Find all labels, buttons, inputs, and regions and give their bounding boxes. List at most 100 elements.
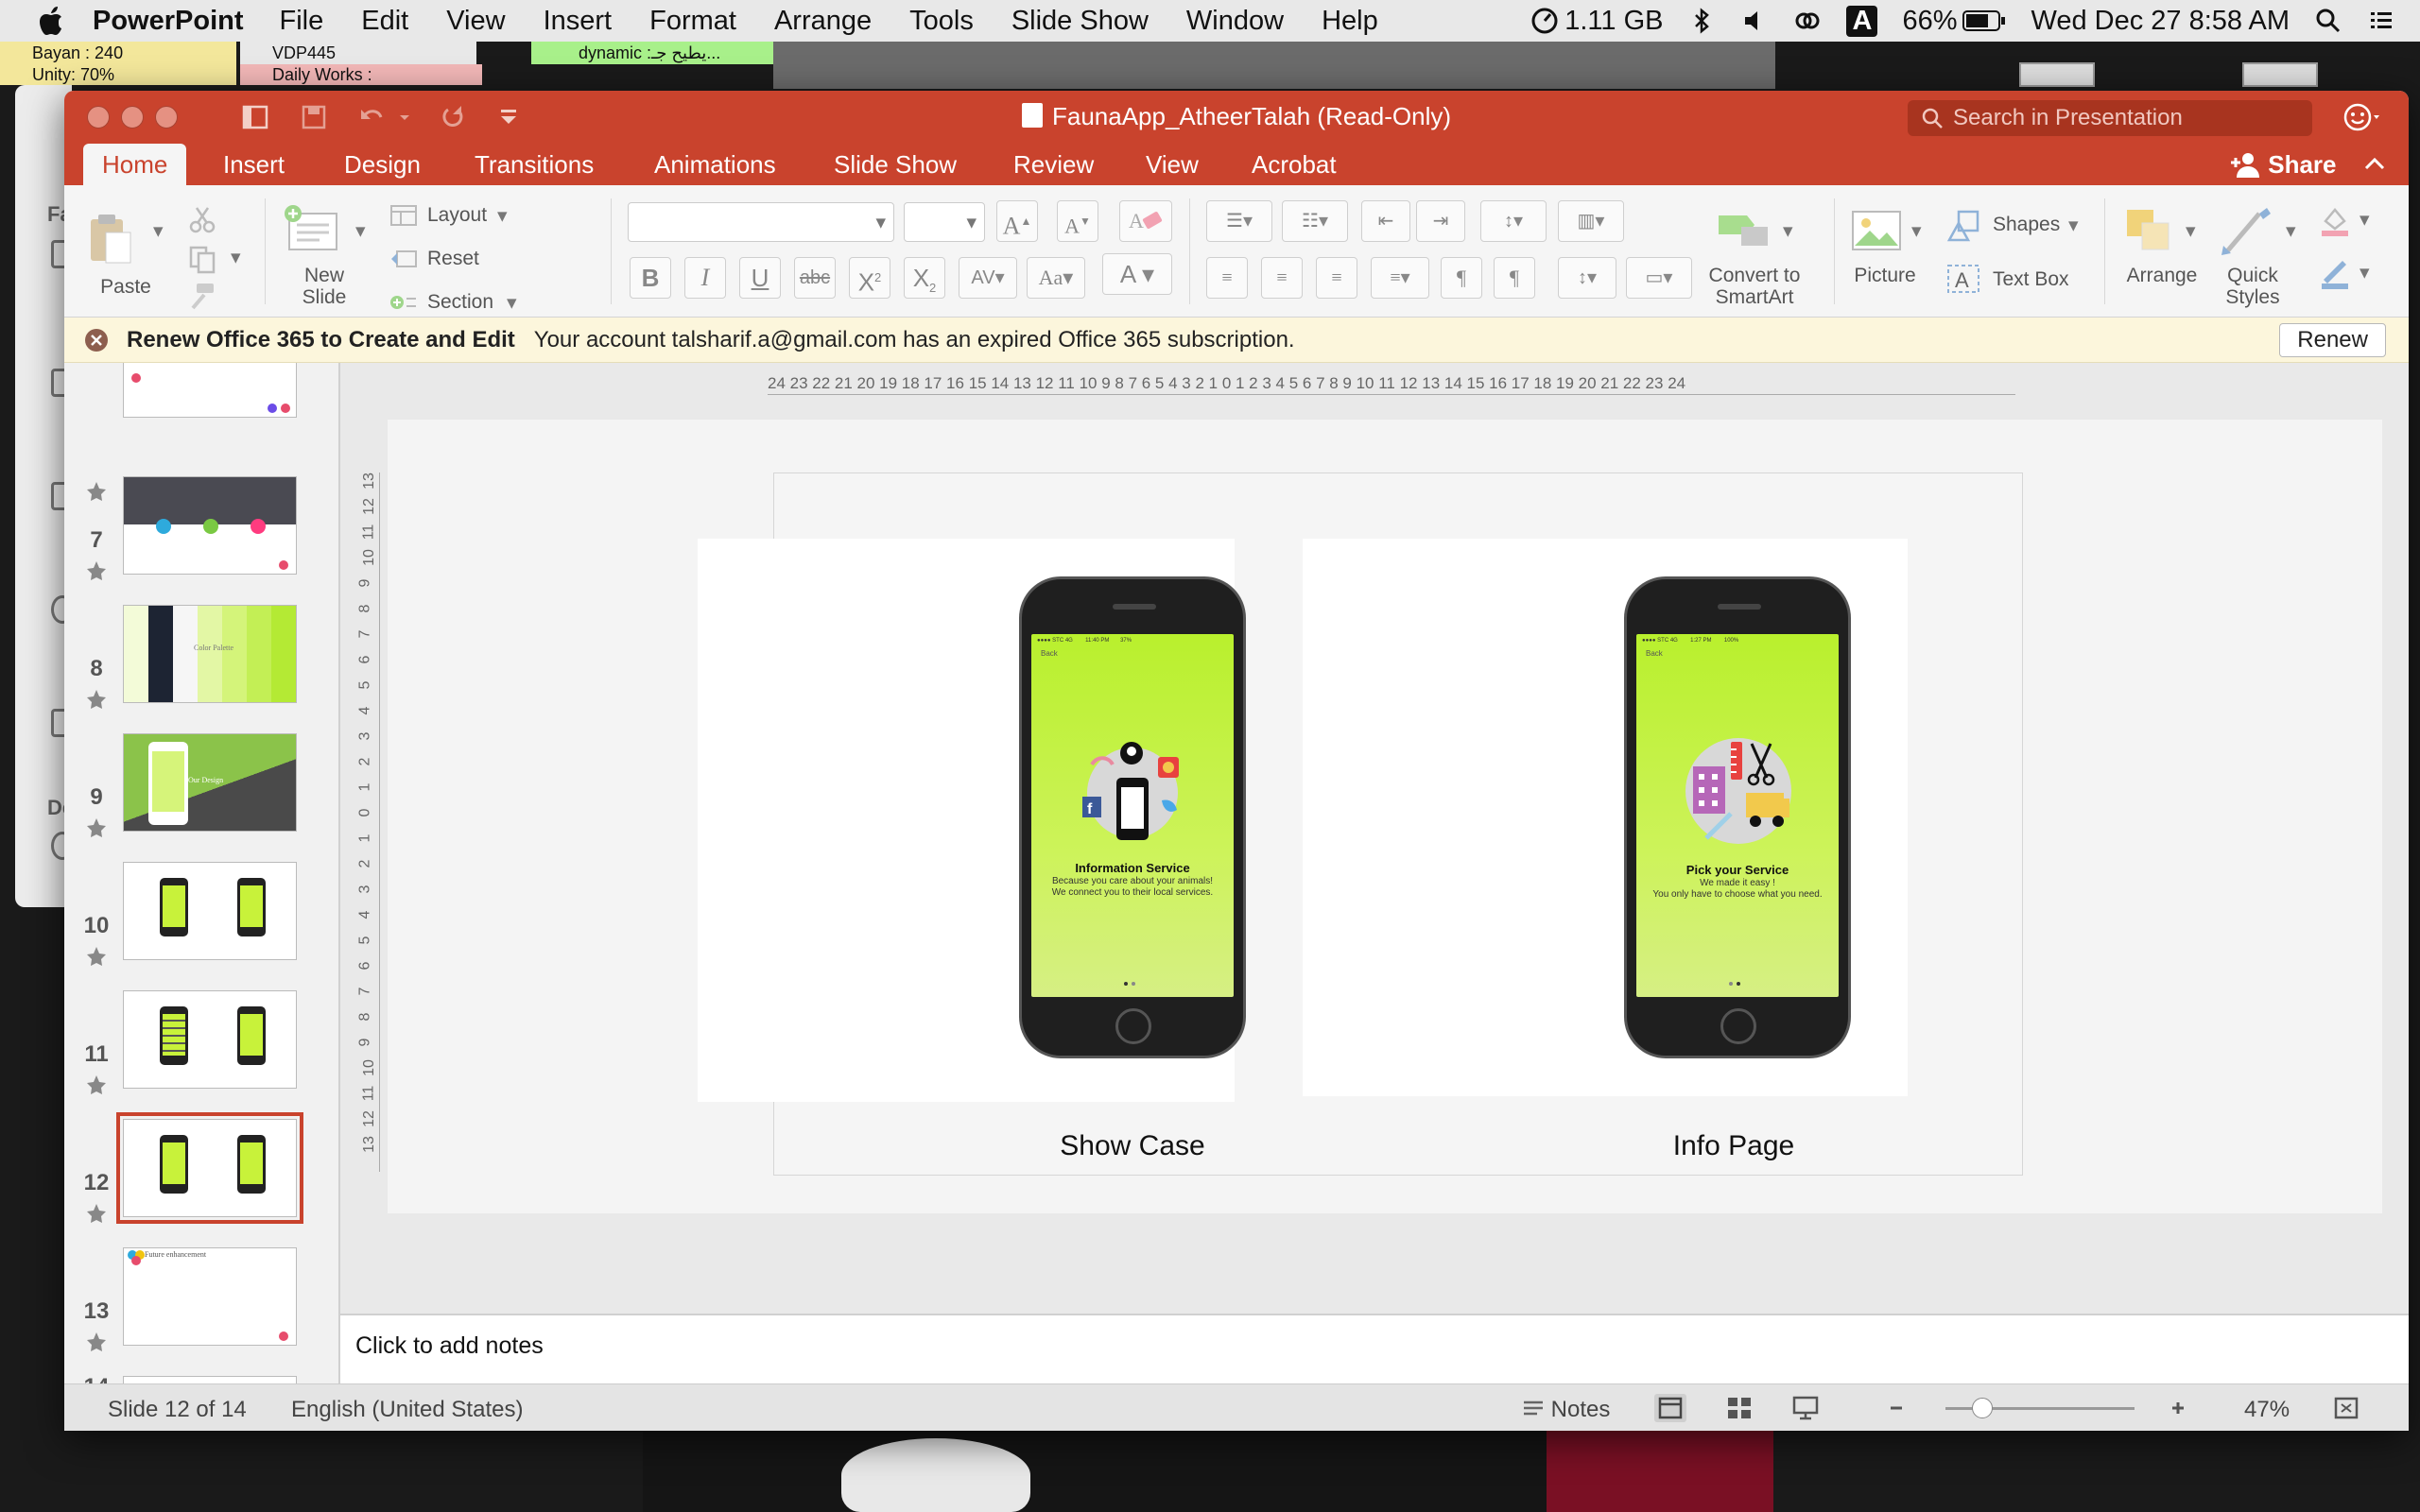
zoom-slider-handle[interactable]: [1972, 1398, 1993, 1418]
volume-icon[interactable]: [1740, 7, 1769, 35]
align-left-button[interactable]: ≡: [1206, 257, 1248, 299]
battery-status[interactable]: 66%: [1902, 6, 2006, 37]
clock[interactable]: Wed Dec 27 8:58 AM: [2031, 6, 2290, 37]
notes-pane[interactable]: Click to add notes: [340, 1314, 2409, 1383]
redo-icon[interactable]: [439, 102, 469, 132]
menu-view[interactable]: View: [446, 6, 505, 37]
align-right-button[interactable]: ≡: [1316, 257, 1357, 299]
slide-thumbnail[interactable]: Color Palette: [123, 605, 297, 703]
quick-styles-dropdown-icon[interactable]: ▾: [2286, 219, 2296, 243]
arrange-dropdown-icon[interactable]: ▾: [2186, 219, 2196, 243]
fit-to-window-icon[interactable]: [2333, 1396, 2360, 1420]
text-direction-button[interactable]: ↕▾: [1558, 257, 1616, 299]
show-case-caption[interactable]: Show Case: [991, 1130, 1274, 1162]
quick-styles-icon[interactable]: [2220, 204, 2276, 257]
picture-icon[interactable]: [1849, 208, 1904, 253]
zoom-in-icon[interactable]: [2165, 1396, 2191, 1420]
bold-button[interactable]: B: [630, 257, 671, 299]
notes-toggle-button[interactable]: Notes: [1522, 1397, 1610, 1423]
customize-toolbar-icon[interactable]: [493, 102, 524, 132]
change-case-button[interactable]: Aa▾: [1027, 257, 1085, 299]
clear-formatting-button[interactable]: A: [1119, 200, 1172, 242]
slide-editing-area[interactable]: 24 23 22 21 20 19 18 17 16 15 14 13 12 1…: [340, 363, 2409, 1314]
smartart-icon[interactable]: [1715, 206, 1772, 251]
tab-review[interactable]: Review: [994, 144, 1113, 185]
slide-thumbnail[interactable]: [123, 363, 297, 418]
menu-window[interactable]: Window: [1186, 6, 1284, 37]
save-icon[interactable]: [299, 102, 329, 132]
minimize-window-button[interactable]: [121, 106, 144, 129]
undo-dropdown-icon[interactable]: [397, 102, 412, 132]
tab-design[interactable]: Design: [325, 144, 440, 185]
decrease-font-size-button[interactable]: A▼: [1057, 200, 1098, 242]
right-to-left-button[interactable]: ¶: [1494, 257, 1535, 299]
menu-insert[interactable]: Insert: [544, 6, 613, 37]
new-slide-dropdown-icon[interactable]: ▾: [355, 219, 366, 243]
increase-font-size-button[interactable]: A▲: [996, 200, 1038, 242]
close-window-button[interactable]: [87, 106, 110, 129]
left-to-right-button[interactable]: ¶: [1441, 257, 1482, 299]
copy-dropdown-icon[interactable]: ▾: [231, 246, 241, 269]
menu-help[interactable]: Help: [1322, 6, 1378, 37]
new-slide-button[interactable]: New Slide: [291, 265, 357, 308]
language-indicator[interactable]: English (United States): [291, 1397, 523, 1423]
font-name-dropdown[interactable]: ▾: [628, 202, 894, 242]
bullets-button[interactable]: ☰▾: [1206, 200, 1272, 242]
presenter-view-icon[interactable]: [1792, 1396, 1819, 1420]
slide-thumbnail-selected[interactable]: [116, 1112, 303, 1224]
tab-home[interactable]: Home: [83, 144, 187, 185]
tab-slide-show[interactable]: Slide Show: [815, 144, 976, 185]
shape-outline-dropdown-icon[interactable]: ▾: [2360, 261, 2370, 284]
menu-edit[interactable]: Edit: [361, 6, 408, 37]
menu-file[interactable]: File: [280, 6, 324, 37]
creative-cloud-icon[interactable]: [1793, 7, 1822, 35]
shape-fill-icon[interactable]: [2318, 204, 2352, 238]
arrange-button[interactable]: Arrange: [2110, 265, 2214, 286]
zoom-window-button[interactable]: [155, 106, 178, 129]
strikethrough-button[interactable]: abc: [794, 257, 836, 299]
menu-format[interactable]: Format: [649, 6, 736, 37]
menu-slide-show[interactable]: Slide Show: [1011, 6, 1149, 37]
picture-dropdown-icon[interactable]: ▾: [1911, 219, 1922, 243]
character-spacing-button[interactable]: AV▾: [959, 257, 1017, 299]
undo-icon[interactable]: [357, 102, 388, 132]
increase-indent-button[interactable]: ⇥: [1416, 200, 1465, 242]
search-in-presentation-input[interactable]: Search in Presentation: [1908, 100, 2312, 136]
notification-center-icon[interactable]: [2367, 7, 2395, 35]
copy-icon[interactable]: [187, 244, 217, 274]
zoom-percentage[interactable]: 47%: [2244, 1397, 2290, 1423]
cut-icon[interactable]: [187, 204, 217, 234]
feedback-smiley-icon[interactable]: [2342, 100, 2380, 134]
menu-tools[interactable]: Tools: [909, 6, 974, 37]
sidebar-toggle-icon[interactable]: [240, 102, 270, 132]
convert-to-smartart-button[interactable]: Convert to SmartArt: [1690, 265, 1819, 308]
tab-animations[interactable]: Animations: [635, 144, 795, 185]
numbering-button[interactable]: ☷▾: [1282, 200, 1348, 242]
arrange-icon[interactable]: [2123, 206, 2174, 253]
paste-icon[interactable]: [85, 212, 132, 265]
close-message-icon[interactable]: [83, 327, 110, 353]
slide-thumbnails-pane[interactable]: 7 8 Color Palette 9 Our Design 10 11 12 …: [64, 363, 340, 1383]
normal-view-icon[interactable]: [1654, 1394, 1686, 1422]
justify-button[interactable]: ≡▾: [1371, 257, 1429, 299]
renew-button[interactable]: Renew: [2279, 323, 2386, 357]
italic-button[interactable]: I: [684, 257, 726, 299]
format-painter-icon[interactable]: [187, 280, 217, 310]
tab-view[interactable]: View: [1127, 144, 1218, 185]
paste-dropdown-icon[interactable]: ▾: [153, 219, 164, 243]
smartart-dropdown-icon[interactable]: ▾: [1783, 219, 1793, 243]
app-menu[interactable]: PowerPoint: [93, 6, 244, 37]
font-size-dropdown[interactable]: ▾: [904, 202, 985, 242]
paste-button[interactable]: Paste: [93, 276, 159, 298]
bluetooth-icon[interactable]: [1687, 7, 1716, 35]
tab-acrobat[interactable]: Acrobat: [1233, 144, 1356, 185]
underline-button[interactable]: U: [739, 257, 781, 299]
slide-thumbnail[interactable]: [123, 1376, 297, 1383]
font-color-button[interactable]: A ▾: [1102, 253, 1172, 295]
shape-outline-icon[interactable]: [2318, 257, 2352, 291]
tab-transitions[interactable]: Transitions: [456, 144, 613, 185]
apple-icon[interactable]: [38, 5, 66, 37]
slide-thumbnail[interactable]: [123, 990, 297, 1089]
slide-sorter-view-icon[interactable]: [1726, 1396, 1753, 1420]
superscript-button[interactable]: X2: [849, 257, 890, 299]
